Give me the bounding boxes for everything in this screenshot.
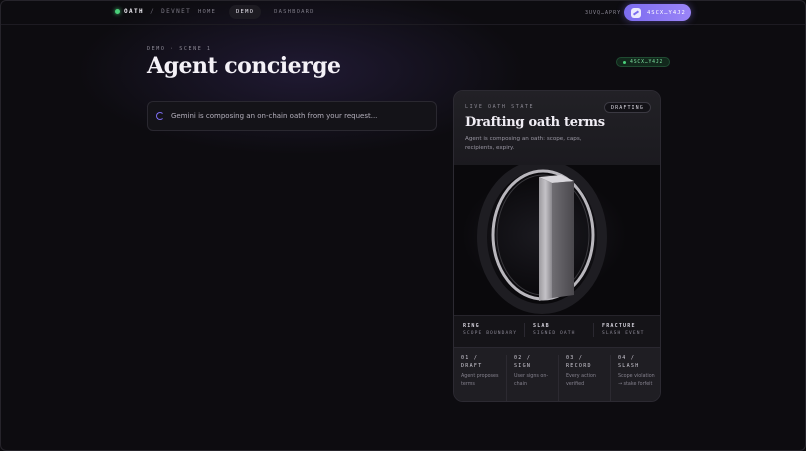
state-badge: DRAFTING bbox=[604, 102, 651, 113]
card-header: LIVE OATH STATE DRAFTING Drafting oath t… bbox=[454, 91, 660, 165]
step-record: 03 / RECORD Every action verified bbox=[558, 355, 610, 401]
step-draft-title: 01 / DRAFT bbox=[461, 355, 483, 369]
nav-link-dashboard[interactable]: DASHBOARD bbox=[267, 5, 322, 19]
step-sign-title: 02 / SIGN bbox=[514, 355, 532, 369]
wallet-button-label: 4SCX…Y4J2 bbox=[647, 9, 686, 16]
wallet-icon bbox=[631, 7, 641, 18]
badge-dot-icon bbox=[623, 60, 626, 64]
legend-ring-sub: SCOPE BOUNDARY bbox=[463, 331, 518, 336]
step-sign: 02 / SIGN User signs on-chain bbox=[506, 355, 558, 401]
card-description: Agent is composing an oath: scope, caps,… bbox=[465, 136, 582, 151]
legend-slab: SLAB SIGNED OATH bbox=[524, 323, 592, 337]
page-title: Agent concierge bbox=[147, 53, 341, 79]
legend-ring-title: RING bbox=[463, 323, 480, 329]
slab-side bbox=[552, 181, 574, 298]
agent-status-box: Gemini is composing an on-chain oath fro… bbox=[147, 101, 437, 131]
step-record-title: 03 / RECORD bbox=[566, 355, 592, 369]
step-draft: 01 / DRAFT Agent proposes terms bbox=[454, 355, 506, 401]
step-slash-title: 04 / SLASH bbox=[618, 355, 640, 369]
legend-fracture-title: FRACTURE bbox=[602, 323, 636, 329]
wallet-button[interactable]: 4SCX…Y4J2 bbox=[624, 4, 691, 21]
card-title: Drafting oath terms bbox=[465, 115, 605, 130]
legend-slab-sub: SIGNED OATH bbox=[533, 331, 576, 336]
agent-badge: 4SCX…Y4J2 bbox=[616, 57, 671, 67]
legend-ring: RING SCOPE BOUNDARY bbox=[463, 323, 531, 337]
nav-link-home[interactable]: HOME bbox=[191, 5, 223, 19]
step-sign-desc: User signs on-chain bbox=[514, 374, 549, 387]
oath-visual bbox=[454, 165, 660, 315]
oath-steps: 01 / DRAFT Agent proposes terms 02 / SIG… bbox=[454, 347, 660, 401]
oath-state-card: LIVE OATH STATE DRAFTING Drafting oath t… bbox=[453, 90, 661, 402]
app-window: OATH / DEVNET HOME DEMO DASHBOARD 3UVQ…A… bbox=[0, 0, 806, 451]
card-eyebrow: LIVE OATH STATE bbox=[465, 104, 535, 110]
slab-front bbox=[539, 177, 552, 301]
agent-badge-label: 4SCX…Y4J2 bbox=[630, 59, 664, 65]
brand[interactable]: OATH / DEVNET bbox=[115, 8, 191, 15]
agent-status-text: Gemini is composing an on-chain oath fro… bbox=[171, 112, 378, 120]
legend-fracture-sub: SLASH EVENT bbox=[602, 331, 645, 336]
brand-separator: / bbox=[150, 8, 156, 15]
legend-slab-title: SLAB bbox=[533, 323, 550, 329]
legend-fracture: FRACTURE SLASH EVENT bbox=[593, 323, 660, 337]
top-nav: OATH / DEVNET HOME DEMO DASHBOARD 3UVQ…A… bbox=[1, 1, 805, 25]
step-record-desc: Every action verified bbox=[566, 374, 596, 387]
step-slash: 04 / SLASH Scope violation → stake forfe… bbox=[610, 355, 660, 401]
nav-link-demo[interactable]: DEMO bbox=[229, 5, 262, 19]
brand-name: OATH bbox=[124, 8, 145, 15]
step-draft-desc: Agent proposes terms bbox=[461, 374, 499, 387]
wallet-address-text: 3UVQ…APRY bbox=[585, 10, 622, 16]
ring-slab-illustration bbox=[477, 165, 607, 314]
step-slash-desc: Scope violation → stake forfeit bbox=[618, 374, 655, 387]
visual-legend: RING SCOPE BOUNDARY SLAB SIGNED OATH FRA… bbox=[454, 315, 660, 347]
spinner-icon bbox=[156, 112, 164, 120]
status-dot-icon bbox=[115, 9, 120, 14]
network-label: DEVNET bbox=[161, 8, 192, 15]
nav-links: HOME DEMO DASHBOARD bbox=[191, 5, 322, 19]
scene-eyebrow: DEMO · SCENE 1 bbox=[147, 46, 212, 52]
